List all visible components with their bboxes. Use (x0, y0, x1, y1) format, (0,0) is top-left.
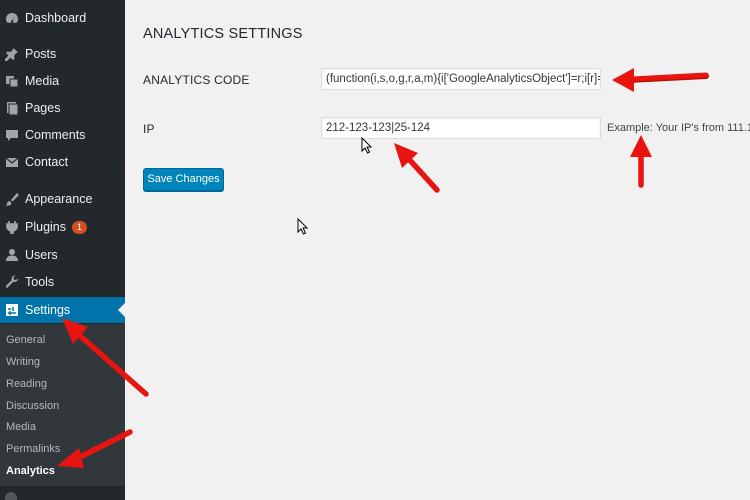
sidebar-item-label: Users (25, 248, 58, 262)
user-icon (5, 248, 19, 262)
plug-icon (5, 220, 19, 234)
sidebar-item-label: Media (25, 74, 60, 88)
settings-submenu: General Writing Reading Discussion Media… (0, 324, 125, 486)
partial-icon (5, 492, 17, 500)
sidebar-item-label: Tools (25, 275, 55, 289)
pages-icon (5, 101, 19, 115)
sidebar-item-appearance[interactable]: Appearance (0, 187, 125, 211)
sidebar-item-users[interactable]: Users (0, 243, 125, 267)
sidebar-item-comments[interactable]: Comments (0, 123, 125, 147)
update-count-badge: 1 (72, 220, 87, 234)
sidebar-item-label: Pages (25, 101, 61, 115)
page-title: ANALYTICS SETTINGS (143, 26, 303, 42)
sidebar-item-settings[interactable]: Settings (0, 297, 125, 323)
media-icon (5, 74, 19, 88)
pin-icon (5, 47, 19, 61)
sidebar-item-label: Plugins (25, 220, 66, 234)
ip-example-hint: Example: Your IP's from 111.1 (607, 122, 750, 134)
submenu-item-discussion[interactable]: Discussion (6, 400, 59, 412)
sidebar-item-partial[interactable] (0, 486, 125, 500)
submenu-item-writing[interactable]: Writing (6, 356, 40, 368)
sidebar-item-pages[interactable]: Pages (0, 96, 125, 120)
settings-icon (5, 303, 19, 317)
sidebar-item-label: Contact (25, 155, 69, 169)
main-content: ANALYTICS SETTINGS ANALYTICS CODE (funct… (125, 0, 750, 500)
cursor-arrow-icon (297, 218, 309, 235)
admin-sidebar: Dashboard Posts Media Pages Comments Con… (0, 0, 125, 500)
brush-icon (5, 192, 19, 206)
comment-icon (5, 128, 19, 142)
mail-icon (5, 155, 19, 169)
save-changes-button[interactable]: Save Changes (143, 168, 224, 191)
cursor-arrow-icon (361, 137, 373, 154)
submenu-item-general[interactable]: General (6, 334, 45, 346)
submenu-item-analytics[interactable]: Analytics (6, 465, 55, 477)
dashboard-icon (5, 11, 19, 25)
wrench-icon (5, 275, 19, 289)
ip-input[interactable]: 212-123-123|25-124 (321, 117, 601, 139)
sidebar-item-contact[interactable]: Contact (0, 150, 125, 174)
submenu-item-permalinks[interactable]: Permalinks (6, 443, 60, 455)
submenu-item-media[interactable]: Media (6, 421, 36, 433)
sidebar-item-media[interactable]: Media (0, 69, 125, 93)
sidebar-item-label: Comments (25, 128, 86, 142)
sidebar-item-label: Settings (25, 303, 71, 317)
submenu-item-reading[interactable]: Reading (6, 378, 47, 390)
sidebar-item-label: Dashboard (25, 11, 87, 25)
sidebar-item-tools[interactable]: Tools (0, 270, 125, 294)
analytics-code-input[interactable]: (function(i,s,o,g,r,a,m){i['GoogleAnalyt… (321, 68, 601, 90)
sidebar-item-plugins[interactable]: Plugins 1 (0, 215, 125, 239)
sidebar-item-posts[interactable]: Posts (0, 42, 125, 66)
sidebar-item-label: Posts (25, 47, 57, 61)
sidebar-item-dashboard[interactable]: Dashboard (0, 6, 125, 30)
sidebar-item-label: Appearance (25, 192, 93, 206)
analytics-code-label: ANALYTICS CODE (143, 73, 250, 87)
ip-label: IP (143, 122, 155, 136)
